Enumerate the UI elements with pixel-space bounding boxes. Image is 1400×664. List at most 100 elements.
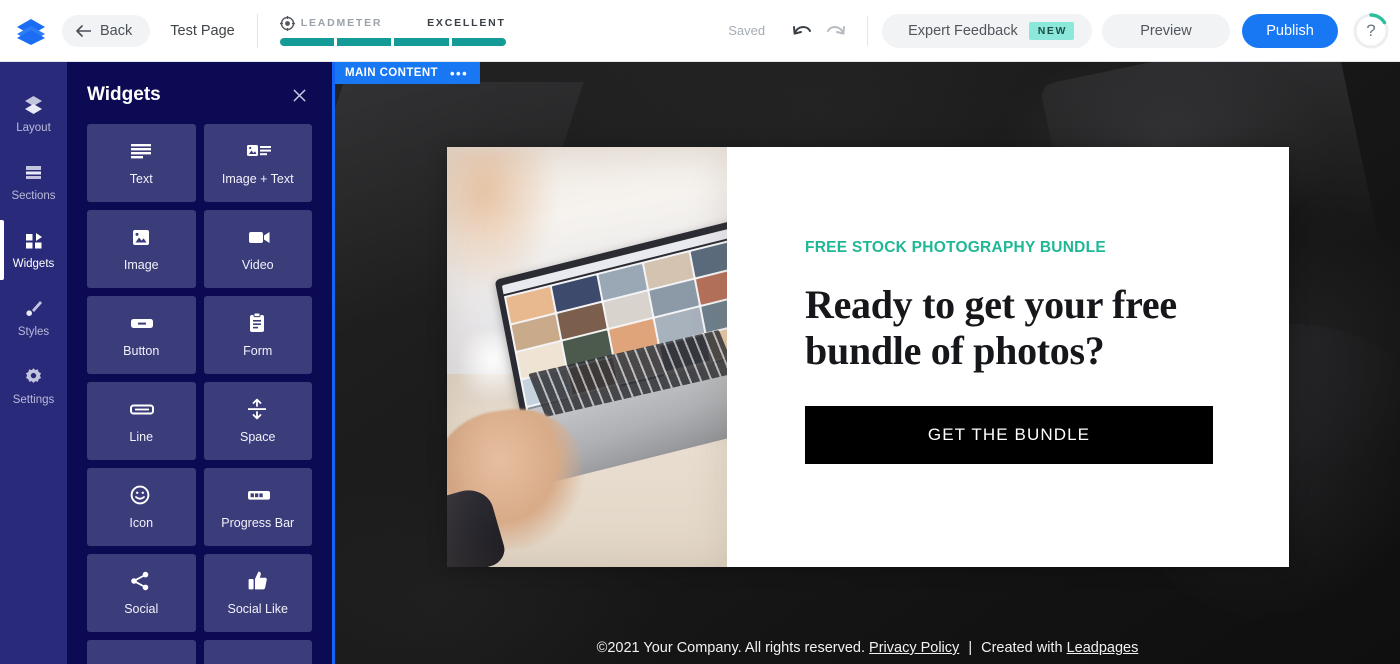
arrow-left-icon	[76, 24, 92, 37]
text-lines-icon	[129, 140, 153, 162]
privacy-policy-link[interactable]: Privacy Policy	[869, 640, 959, 656]
leadpages-layers-logo-icon[interactable]	[14, 16, 48, 46]
leadmeter-status: EXCELLENT	[427, 17, 506, 29]
close-icon[interactable]	[288, 84, 310, 106]
section-label-main-content[interactable]: MAIN CONTENT •••	[335, 62, 481, 84]
widget-tile-calendar[interactable]	[87, 640, 196, 664]
widget-tile-label: Text	[129, 172, 153, 186]
redo-button[interactable]	[819, 15, 853, 47]
thumbs-up-icon	[246, 570, 270, 592]
sections-icon	[23, 162, 44, 183]
leadmeter-segment	[337, 37, 392, 46]
widget-tile-label: Progress Bar	[221, 516, 295, 530]
publish-button[interactable]: Publish	[1242, 13, 1338, 48]
help-button[interactable]: ?	[1352, 12, 1390, 50]
widget-tile-label: Social Like	[227, 602, 288, 616]
toolbar-divider	[256, 13, 258, 48]
sidebar-item-label: Layout	[16, 122, 51, 134]
toolbar-right-group: Saved Expert Feedback NEW Preview Publis…	[728, 12, 1400, 50]
back-button-label: Back	[100, 22, 133, 39]
progress-bar-icon	[246, 484, 270, 506]
button-icon	[129, 312, 154, 334]
widget-tile-label: Social	[124, 602, 159, 616]
widget-tile-label: Icon	[129, 516, 154, 530]
clipboard-form-icon	[246, 312, 270, 334]
page-canvas: MAIN CONTENT ••• FREE STOCK PHOTOGRAPHY …	[335, 62, 1400, 664]
widgets-icon	[23, 230, 44, 251]
toolbar-left-group: Back Test Page	[0, 14, 235, 47]
sidebar-item-layout[interactable]: Layout	[0, 80, 67, 148]
widget-tile-label: Video	[241, 258, 274, 272]
widget-tile-image-text[interactable]: Image + Text	[203, 124, 312, 202]
undo-arrow-icon	[791, 21, 813, 41]
widget-tile-space[interactable]: Space	[203, 382, 312, 460]
new-badge: NEW	[1028, 21, 1074, 40]
sidebar-item-widgets[interactable]: Widgets	[0, 216, 67, 284]
widgets-panel: Widgets Text Image + Text Image Video Bu…	[67, 62, 335, 664]
layers-icon	[23, 94, 44, 115]
widgets-panel-header: Widgets	[67, 62, 332, 124]
widget-tile-video[interactable]: Video	[203, 210, 312, 288]
widget-tile-icon[interactable]: Icon	[87, 468, 196, 546]
image-icon	[129, 226, 153, 248]
help-label: ?	[1366, 20, 1376, 40]
redo-arrow-icon	[825, 21, 847, 41]
leadmeter-segment	[394, 37, 449, 46]
gear-icon	[23, 366, 44, 387]
sidebar-item-sections[interactable]: Sections	[0, 148, 67, 216]
sidebar-item-settings[interactable]: Settings	[0, 352, 67, 420]
widget-tile-social[interactable]: Social	[87, 554, 196, 632]
card-content: FREE STOCK PHOTOGRAPHY BUNDLE Ready to g…	[727, 147, 1289, 567]
content-card: FREE STOCK PHOTOGRAPHY BUNDLE Ready to g…	[447, 147, 1289, 567]
widget-grid: Text Image + Text Image Video Button For…	[67, 124, 332, 664]
widget-tile-image[interactable]: Image	[87, 210, 196, 288]
footer-copyright: ©2021 Your Company. All rights reserved.	[596, 640, 865, 656]
leadmeter-segment	[279, 37, 334, 46]
undo-button[interactable]	[785, 15, 819, 47]
page-title[interactable]: Test Page	[170, 23, 235, 39]
expert-feedback-label: Expert Feedback	[908, 22, 1018, 39]
widget-tile-label: Form	[243, 344, 273, 358]
section-label-text: MAIN CONTENT	[345, 67, 438, 79]
widget-tile-line[interactable]: Line	[87, 382, 196, 460]
page-builder-app: Back Test Page LEADMETER EXCELLENT Saved…	[0, 0, 1400, 664]
page-footer: ©2021 Your Company. All rights reserved.…	[335, 640, 1400, 656]
sidebar-item-styles[interactable]: Styles	[0, 284, 67, 352]
horizontal-line-icon	[129, 398, 155, 420]
widget-tile-social-like[interactable]: Social Like	[203, 554, 312, 632]
widget-tile-progress-bar[interactable]: Progress Bar	[203, 468, 312, 546]
leadmeter-header: LEADMETER EXCELLENT	[279, 14, 506, 32]
get-the-bundle-button[interactable]: GET THE BUNDLE	[805, 406, 1213, 465]
widget-tile-button[interactable]: Button	[87, 296, 196, 374]
video-camera-icon	[246, 226, 270, 248]
top-toolbar: Back Test Page LEADMETER EXCELLENT Saved…	[0, 0, 1400, 62]
widget-tile-label: Image + Text	[221, 172, 294, 186]
footer-separator: |	[968, 640, 973, 656]
back-button[interactable]: Back	[62, 14, 151, 47]
hero-photo[interactable]	[447, 147, 727, 567]
widget-tile-label: Line	[129, 430, 154, 444]
save-status: Saved	[728, 23, 766, 38]
widget-tile-form[interactable]: Form	[203, 296, 312, 374]
preview-button[interactable]: Preview	[1102, 13, 1230, 48]
headline-text[interactable]: Ready to get your free bundle of photos?	[805, 282, 1229, 373]
target-icon	[279, 14, 296, 32]
expert-feedback-button[interactable]: Expert Feedback NEW	[882, 13, 1092, 48]
image-text-icon	[246, 140, 271, 162]
widget-tile-text[interactable]: Text	[87, 124, 196, 202]
sidebar-item-label: Styles	[17, 326, 50, 338]
leadmeter-label: LEADMETER	[300, 17, 383, 29]
sidebar-item-label: Sections	[11, 190, 56, 202]
widget-tile-label: Button	[123, 344, 160, 358]
eyebrow-text[interactable]: FREE STOCK PHOTOGRAPHY BUNDLE	[805, 239, 1229, 257]
leadmeter[interactable]: LEADMETER EXCELLENT	[279, 14, 506, 46]
footer-created-with: Created with	[981, 640, 1063, 656]
leadpages-brand-link[interactable]: Leadpages	[1067, 640, 1139, 656]
photo-vignette	[447, 147, 727, 567]
share-icon	[129, 570, 153, 592]
left-icon-rail: Layout Sections Widgets Styles Settings	[0, 62, 67, 664]
leadmeter-segment	[451, 37, 506, 46]
ellipsis-icon[interactable]: •••	[450, 67, 468, 80]
vertical-arrows-icon	[246, 398, 270, 420]
widget-tile-countdown[interactable]	[203, 640, 312, 664]
